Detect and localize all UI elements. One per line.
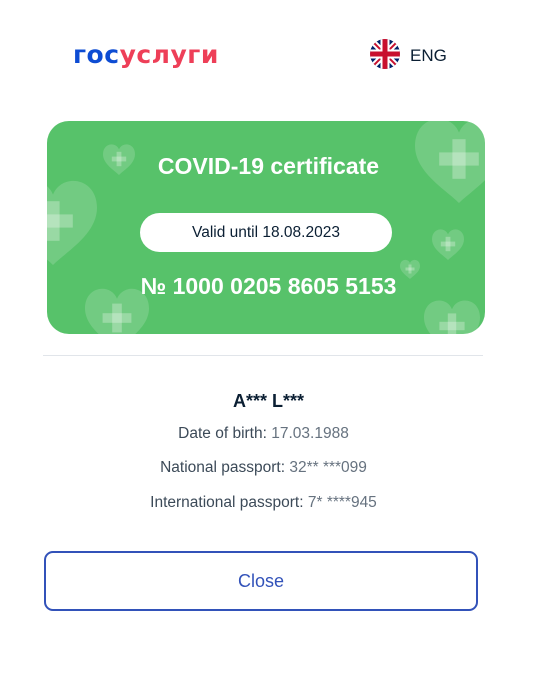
close-button[interactable]: Close — [44, 551, 478, 611]
international-passport-label: International passport: — [150, 494, 304, 511]
uk-flag-icon — [370, 38, 400, 74]
national-passport-value: 32** ***099 — [289, 459, 367, 476]
birth-date-label: Date of birth: — [178, 425, 267, 442]
birth-date-row: Date of birth: 17.03.1988 — [0, 425, 527, 443]
international-passport-row: International passport: 7* ****945 — [0, 494, 527, 512]
logo-part-uslugi: услуги — [119, 40, 219, 69]
gosuslugi-logo: госуслуги — [73, 38, 219, 72]
certificate-title: COVID-19 certificate — [157, 153, 380, 179]
person-name: A*** L*** — [232, 391, 305, 411]
language-switcher[interactable]: ENG — [370, 38, 447, 74]
national-passport-label: National passport: — [160, 459, 286, 476]
birth-date-value: 17.03.1988 — [271, 425, 349, 442]
national-passport-row: National passport: 32** ***099 — [0, 459, 527, 477]
international-passport-value: 7* ****945 — [307, 494, 377, 511]
logo-part-gos: гос — [73, 40, 120, 69]
divider — [43, 355, 483, 356]
language-label: ENG — [410, 46, 447, 65]
validity-badge: Valid until 18.08.2023 — [140, 213, 392, 252]
certificate-number: № 1000 0205 8605 5153 — [140, 273, 397, 299]
